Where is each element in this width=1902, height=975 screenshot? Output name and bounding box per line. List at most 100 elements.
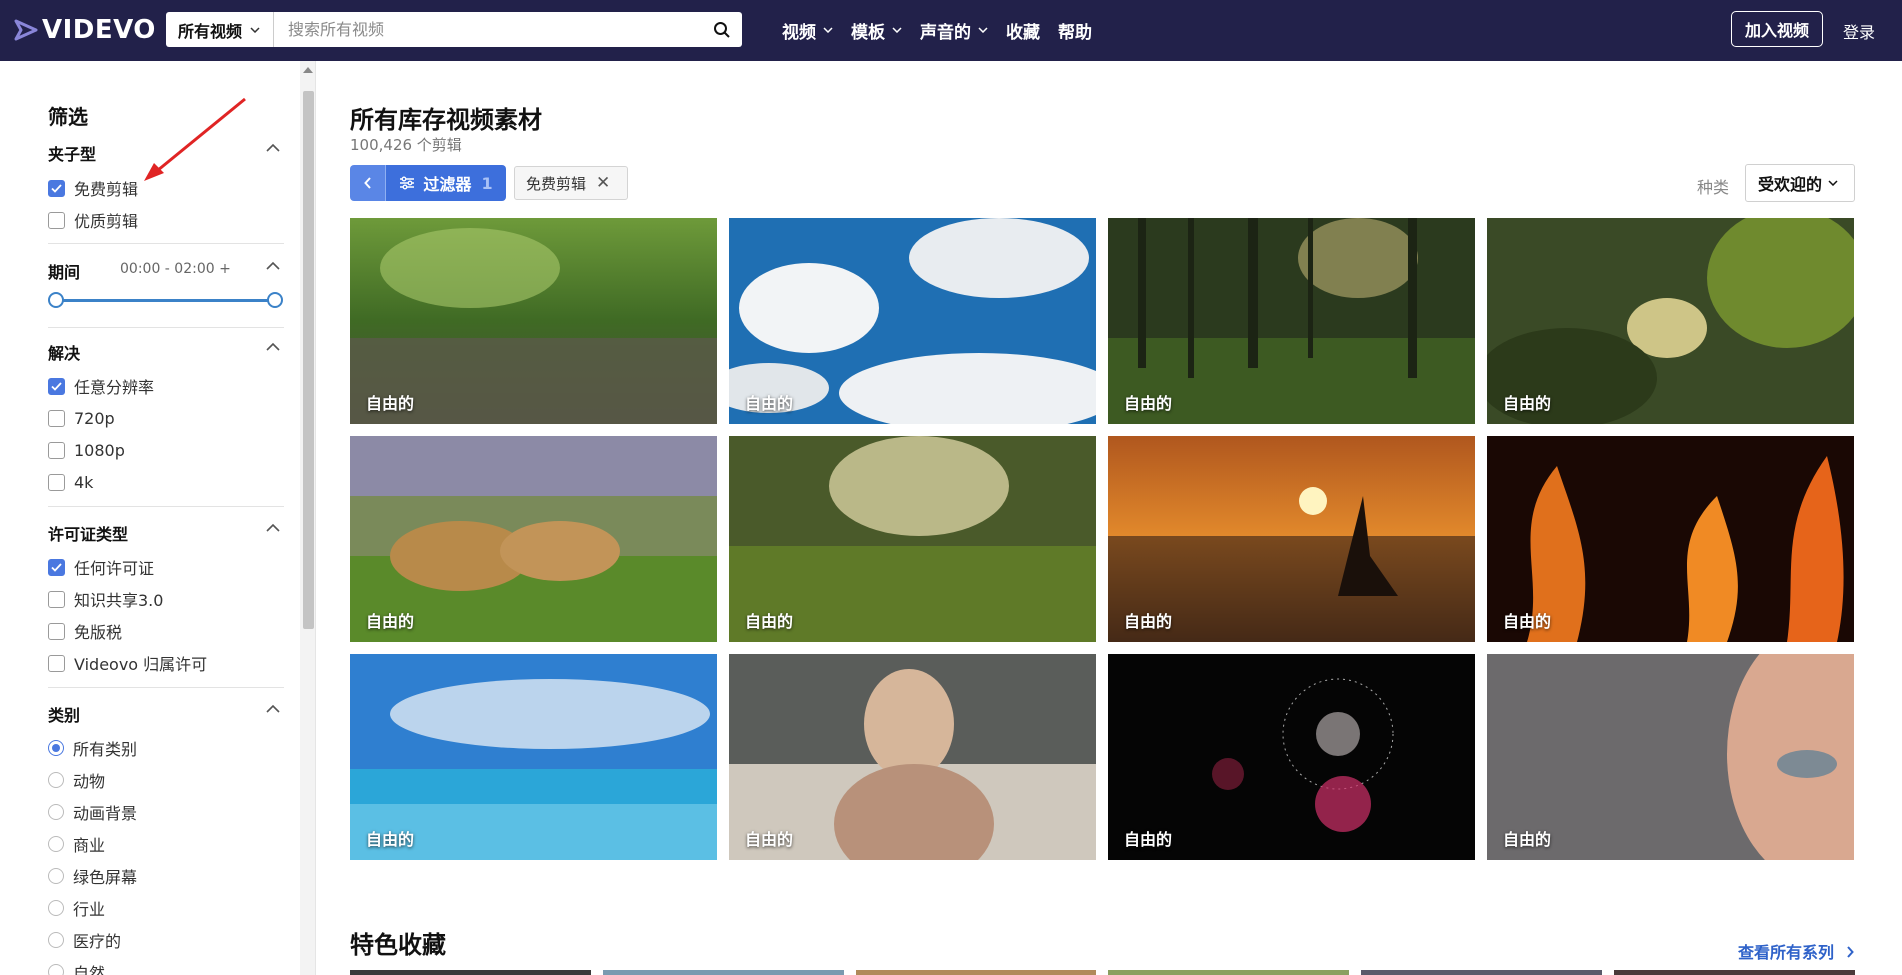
checkbox-checked[interactable] (48, 558, 65, 576)
sidebar-scrollbar[interactable] (300, 61, 315, 975)
scroll-up-arrow-icon[interactable] (303, 67, 313, 73)
option-nature[interactable]: 自然 (48, 961, 105, 975)
filter-toggle-group: 过滤器 1 (350, 165, 506, 201)
see-all-collections-link[interactable]: 查看所有系列 (1738, 939, 1854, 963)
search-scope-dropdown[interactable]: 所有视频 (166, 12, 274, 47)
license-label: 自由的 (745, 394, 794, 413)
option-label: 720p (74, 408, 115, 428)
sort-label: 种类 (1697, 178, 1730, 197)
option-industry[interactable]: 行业 (48, 897, 105, 919)
collection-thumbnail[interactable] (602, 970, 844, 975)
search-icon (714, 21, 730, 38)
collection-thumbnail[interactable] (350, 970, 591, 975)
video-tile[interactable]: 自由的 (1487, 218, 1854, 424)
search-bar: 所有视频 (166, 12, 742, 47)
videvo-logo[interactable]: VIDEVO (14, 14, 156, 46)
option-4k[interactable]: 4k (48, 471, 93, 493)
chevron-up-icon[interactable] (266, 261, 280, 270)
collapse-filters-button[interactable] (350, 165, 386, 201)
checkbox-checked[interactable] (48, 179, 65, 197)
section-resolution[interactable]: 解决 (48, 340, 284, 363)
sort-dropdown[interactable]: 受欢迎的 (1745, 164, 1855, 202)
option-green-screen[interactable]: 绿色屏幕 (48, 865, 137, 887)
chevron-up-icon[interactable] (266, 523, 280, 532)
checkbox[interactable] (48, 211, 65, 229)
filters-button[interactable]: 过滤器 1 (386, 165, 506, 201)
video-tile[interactable]: 自由的 (1108, 218, 1475, 424)
chevron-up-icon[interactable] (266, 704, 280, 713)
video-tile[interactable]: 自由的 (1487, 436, 1854, 642)
radio[interactable] (48, 900, 64, 916)
duration-slider-track[interactable] (55, 299, 277, 302)
join-button[interactable]: 加入视频 (1731, 11, 1823, 47)
search-input[interactable] (274, 13, 702, 46)
option-creative-commons[interactable]: 知识共享3.0 (48, 588, 163, 610)
search-button[interactable] (702, 12, 742, 47)
check-icon (51, 562, 62, 572)
collection-thumbnail[interactable] (1108, 970, 1350, 975)
option-all-categories[interactable]: 所有类别 (48, 737, 137, 759)
video-tile[interactable]: 自由的 (729, 654, 1096, 860)
nav-audio[interactable]: 声音的 (920, 18, 988, 43)
red-arrow-annotation-icon (144, 97, 246, 181)
section-license[interactable]: 许可证类型 (48, 521, 284, 544)
license-label: 自由的 (745, 612, 794, 631)
option-free-clips[interactable]: 免费剪辑 (48, 177, 138, 199)
video-tile[interactable]: 自由的 (729, 436, 1096, 642)
video-tile[interactable]: 自由的 (1487, 654, 1854, 860)
option-attribution-license[interactable]: Videovo 归属许可 (48, 652, 207, 674)
option-royalty-free[interactable]: 免版税 (48, 620, 122, 642)
chevron-up-icon[interactable] (266, 143, 280, 152)
radio[interactable] (48, 772, 64, 788)
nav-collections[interactable]: 收藏 (1006, 18, 1040, 43)
collection-thumbnail[interactable] (1361, 970, 1603, 975)
option-720p[interactable]: 720p (48, 407, 115, 429)
login-link[interactable]: 登录 (1843, 19, 1875, 43)
active-filter-chip[interactable]: 免费剪辑 ✕ (514, 166, 628, 200)
radio[interactable] (48, 836, 64, 852)
radio[interactable] (48, 804, 64, 820)
video-tile[interactable]: 自由的 (350, 218, 717, 424)
sidebar-scrollbar-thumb[interactable] (303, 91, 314, 629)
checkbox[interactable] (48, 441, 65, 459)
filter-count-badge: 1 (481, 173, 493, 193)
radio[interactable] (48, 868, 64, 884)
radio-selected[interactable] (48, 740, 64, 756)
checkbox-checked[interactable] (48, 377, 65, 395)
option-1080p[interactable]: 1080p (48, 439, 125, 461)
option-medical[interactable]: 医疗的 (48, 929, 121, 951)
page-title: 所有库存视频素材 (350, 106, 542, 134)
option-animals[interactable]: 动物 (48, 769, 105, 791)
checkbox[interactable] (48, 590, 65, 608)
option-any-resolution[interactable]: 任意分辨率 (48, 375, 154, 397)
checkbox[interactable] (48, 622, 65, 640)
video-tile[interactable]: 自由的 (350, 654, 717, 860)
chevron-up-icon[interactable] (266, 342, 280, 351)
close-icon[interactable]: ✕ (596, 173, 610, 193)
checkbox[interactable] (48, 409, 65, 427)
radio[interactable] (48, 964, 64, 975)
collection-thumbnail[interactable] (1614, 970, 1855, 975)
duration-slider-max-handle[interactable] (267, 292, 283, 308)
video-tile[interactable]: 自由的 (1108, 654, 1475, 860)
nav-templates[interactable]: 模板 (851, 18, 902, 43)
option-any-license[interactable]: 任何许可证 (48, 556, 154, 578)
duration-slider-min-handle[interactable] (48, 292, 64, 308)
checkbox[interactable] (48, 654, 65, 672)
filter-sidebar: 筛选 夹子型 免费剪辑 优质剪辑 期间 00:00 - 02:00 + 解决 任… (0, 61, 316, 975)
chevron-down-icon (1828, 180, 1838, 186)
option-animated-backgrounds[interactable]: 动画背景 (48, 801, 137, 823)
option-premium-clips[interactable]: 优质剪辑 (48, 209, 138, 231)
checkbox[interactable] (48, 473, 65, 491)
video-tile[interactable]: 自由的 (350, 436, 717, 642)
nav-videos[interactable]: 视频 (782, 18, 833, 43)
video-tile[interactable]: 自由的 (1108, 436, 1475, 642)
nav-help[interactable]: 帮助 (1058, 18, 1092, 43)
featured-collections-strip (350, 970, 1855, 975)
radio[interactable] (48, 932, 64, 948)
option-business[interactable]: 商业 (48, 833, 105, 855)
video-tile[interactable]: 自由的 (729, 218, 1096, 424)
collection-thumbnail[interactable] (855, 970, 1097, 975)
section-category[interactable]: 类别 (48, 702, 284, 725)
license-label: 自由的 (366, 394, 415, 413)
